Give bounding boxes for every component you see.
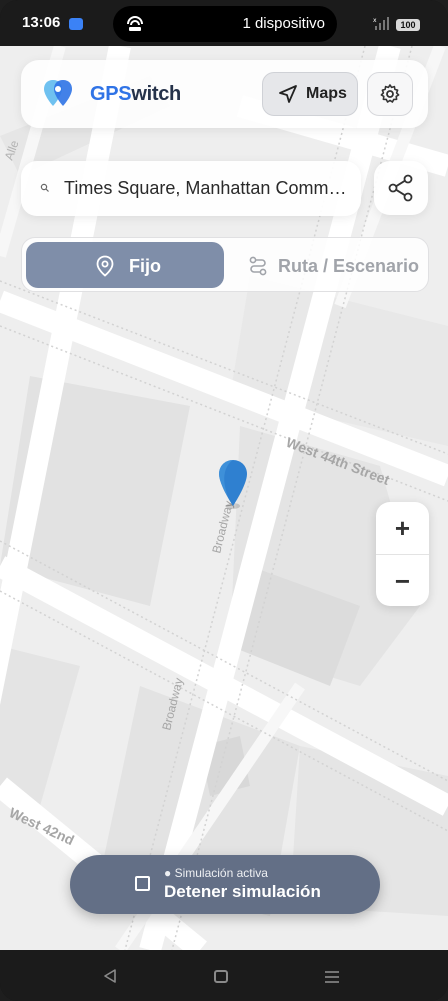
app-header: GPSwitch Maps <box>21 60 428 128</box>
phone-screen: 13:06 1 dispositivo x 100 West 44th Stre… <box>0 0 448 1001</box>
navigation-arrow-icon <box>279 85 297 103</box>
route-icon <box>249 256 267 276</box>
stop-simulation-label: Detener simulación <box>164 882 321 901</box>
mode-toggle: Fijo Ruta / Escenario <box>21 237 429 292</box>
app-logo-text: GPSwitch <box>90 83 181 106</box>
tab-fixed[interactable]: Fijo <box>26 242 224 288</box>
location-marker-icon[interactable] <box>216 458 250 512</box>
status-time: 13:06 <box>22 14 61 31</box>
hotspot-icon <box>127 16 143 31</box>
logo-switch-text: witch <box>131 83 181 105</box>
settings-button[interactable] <box>367 72 413 116</box>
connected-devices-text: 1 dispositivo <box>242 15 325 32</box>
search-input[interactable]: Times Square, Manhattan Community Board … <box>21 161 361 216</box>
stop-simulation-button[interactable]: ● Simulación activa Detener simulación <box>70 855 380 914</box>
tab-fixed-label: Fijo <box>129 256 161 276</box>
gpswitch-logo-icon <box>44 80 72 106</box>
home-nav-icon[interactable] <box>214 970 228 983</box>
svg-text:x: x <box>373 17 377 24</box>
menu-nav-icon[interactable] <box>324 970 340 984</box>
gear-icon <box>380 84 400 103</box>
dynamic-island: 1 dispositivo <box>113 6 337 42</box>
status-bar: 13:06 1 dispositivo x 100 <box>0 0 448 46</box>
zoom-control: + − <box>376 502 429 606</box>
search-icon <box>40 183 49 192</box>
back-nav-icon[interactable] <box>103 969 117 983</box>
search-value: Times Square, Manhattan Community Board … <box>64 178 349 198</box>
maps-button[interactable]: Maps <box>262 72 358 116</box>
stop-square-icon <box>135 876 150 891</box>
simulation-status-text: ● Simulación activa <box>164 866 268 880</box>
maps-button-label: Maps <box>306 85 347 102</box>
share-icon <box>388 174 413 202</box>
tab-route-scenario-label: Ruta / Escenario <box>278 256 420 276</box>
zoom-out-button[interactable]: − <box>376 554 429 607</box>
map-pin-outline-icon <box>96 255 114 277</box>
system-nav-bar <box>0 950 448 1001</box>
share-button[interactable] <box>374 161 428 215</box>
app-notification-icon <box>69 18 83 30</box>
zoom-in-button[interactable]: + <box>376 502 429 554</box>
logo-gps-text: GPS <box>90 83 132 105</box>
battery-icon: 100 <box>396 19 420 31</box>
tab-route-scenario[interactable]: Ruta / Escenario <box>228 242 425 288</box>
signal-icon: x <box>373 17 389 30</box>
